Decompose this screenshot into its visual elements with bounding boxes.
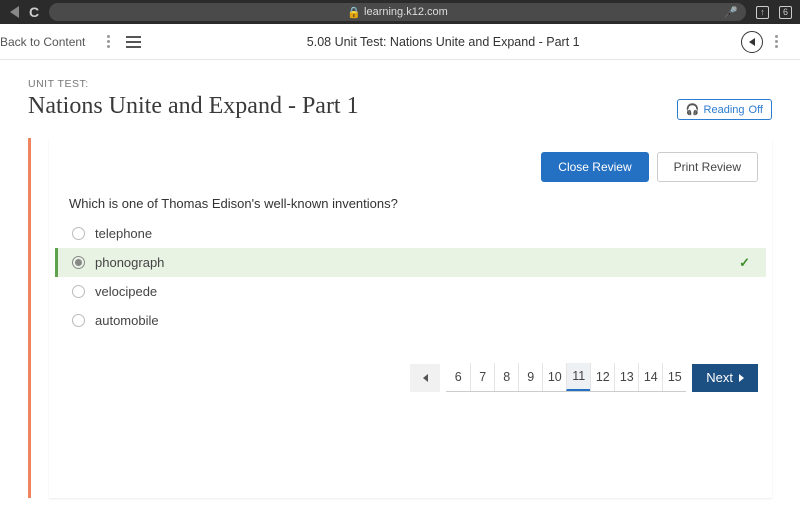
review-bar: Close Review Print Review bbox=[49, 138, 772, 192]
chevron-right-icon bbox=[739, 374, 744, 382]
print-review-button[interactable]: Print Review bbox=[657, 152, 758, 182]
page-13[interactable]: 13 bbox=[614, 363, 638, 391]
radio-icon bbox=[72, 227, 85, 240]
pagination: 6789101112131415 Next bbox=[49, 345, 772, 402]
browser-chrome: C 🔒 learning.k12.com 🎤 ↑ 6 bbox=[0, 0, 800, 24]
header-title: 5.08 Unit Test: Nations Unite and Expand… bbox=[145, 35, 741, 49]
reading-toggle[interactable]: 🎧 Reading Off bbox=[677, 99, 772, 120]
radio-icon bbox=[72, 256, 85, 269]
prev-lesson-button[interactable] bbox=[741, 31, 763, 53]
options-list: telephone phonograph ✓ velocipede automobile bbox=[49, 219, 772, 345]
share-icon[interactable]: ↑ bbox=[756, 6, 769, 19]
page-12[interactable]: 12 bbox=[590, 363, 614, 391]
page-11[interactable]: 11 bbox=[566, 363, 590, 391]
mic-icon[interactable]: 🎤 bbox=[724, 6, 738, 19]
check-icon: ✓ bbox=[739, 255, 750, 271]
browser-refresh-icon[interactable]: C bbox=[29, 4, 39, 20]
url-text: learning.k12.com bbox=[364, 6, 448, 18]
page-14[interactable]: 14 bbox=[638, 363, 662, 391]
page-title: Nations Unite and Expand - Part 1 bbox=[28, 93, 677, 120]
option-label: phonograph bbox=[95, 255, 164, 270]
question-prompt: Which is one of Thomas Edison's well-kno… bbox=[49, 192, 772, 219]
next-button[interactable]: Next bbox=[692, 364, 758, 392]
page-15[interactable]: 15 bbox=[662, 363, 686, 391]
page-6[interactable]: 6 bbox=[446, 363, 470, 391]
title-kicker: UNIT TEST: bbox=[28, 78, 677, 90]
app-header: Back to Content 5.08 Unit Test: Nations … bbox=[0, 24, 800, 60]
question-card: Close Review Print Review Which is one o… bbox=[49, 138, 772, 498]
reading-label: Reading bbox=[704, 104, 745, 116]
option-label: telephone bbox=[95, 226, 152, 241]
chevron-left-icon bbox=[423, 374, 428, 382]
hamburger-menu-icon[interactable] bbox=[122, 36, 145, 48]
page-9[interactable]: 9 bbox=[518, 363, 542, 391]
page-prev-button[interactable] bbox=[410, 364, 440, 392]
option-label: automobile bbox=[95, 313, 159, 328]
tabs-icon[interactable]: 6 bbox=[779, 6, 792, 19]
kebab-menu-icon[interactable] bbox=[95, 35, 122, 48]
page-strip: 6789101112131415 bbox=[446, 363, 686, 392]
radio-icon bbox=[72, 285, 85, 298]
next-label: Next bbox=[706, 370, 733, 385]
content-frame: Close Review Print Review Which is one o… bbox=[28, 138, 772, 498]
option-automobile[interactable]: automobile bbox=[55, 306, 766, 335]
kebab-menu-right-icon[interactable] bbox=[763, 35, 790, 48]
option-phonograph[interactable]: phonograph ✓ bbox=[55, 248, 766, 277]
option-velocipede[interactable]: velocipede bbox=[55, 277, 766, 306]
close-review-button[interactable]: Close Review bbox=[541, 152, 648, 182]
url-bar[interactable]: 🔒 learning.k12.com 🎤 bbox=[49, 3, 746, 21]
reading-state: Off bbox=[749, 104, 763, 116]
back-to-content-link[interactable]: Back to Content bbox=[0, 35, 95, 49]
headphones-icon: 🎧 bbox=[686, 103, 700, 116]
page-7[interactable]: 7 bbox=[470, 363, 494, 391]
page-8[interactable]: 8 bbox=[494, 363, 518, 391]
browser-back-icon[interactable] bbox=[10, 6, 19, 18]
option-telephone[interactable]: telephone bbox=[55, 219, 766, 248]
radio-icon bbox=[72, 314, 85, 327]
page-10[interactable]: 10 bbox=[542, 363, 566, 391]
title-area: UNIT TEST: Nations Unite and Expand - Pa… bbox=[0, 60, 800, 128]
option-label: velocipede bbox=[95, 284, 157, 299]
